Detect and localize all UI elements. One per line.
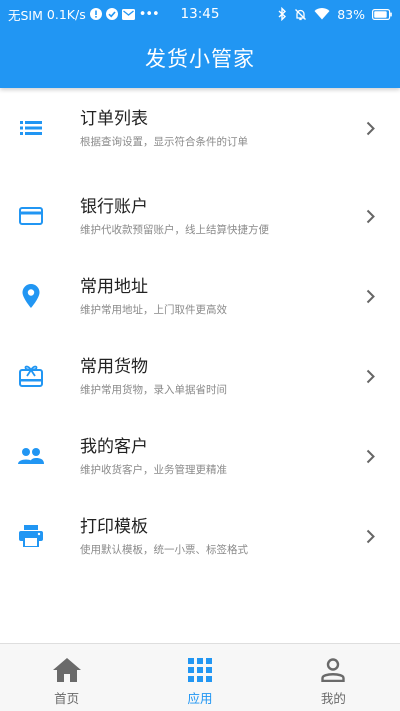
gift-card-icon [18, 363, 44, 389]
battery-icon [372, 8, 392, 20]
chevron-right-icon [364, 448, 376, 464]
status-bar: 无SIM 0.1K/s ••• 13:45 83% [0, 0, 400, 28]
menu-item-order-list[interactable]: 订单列表 根据查询设置，显示符合条件的订单 [0, 88, 400, 168]
menu-item-title: 订单列表 [80, 108, 148, 129]
menu-item-common-address[interactable]: 常用地址 维护常用地址，上门取件更高效 [0, 256, 400, 336]
alert-icon [89, 8, 102, 20]
network-speed: 0.1K/s [46, 6, 86, 22]
chevron-right-icon [364, 368, 376, 384]
chevron-right-icon [364, 528, 376, 544]
battery-percent: 83% [337, 6, 365, 22]
menu-item-subtitle: 维护收货客户，业务管理更精准 [80, 463, 227, 476]
wifi-icon [314, 8, 330, 20]
person-icon [319, 656, 347, 684]
menu-item-title: 常用货物 [80, 356, 148, 377]
nav-home[interactable]: 首页 [0, 644, 133, 711]
nav-label: 首页 [54, 691, 80, 706]
menu-list: 订单列表 根据查询设置，显示符合条件的订单 银行账户 维护代收款预留账户，线上结… [0, 88, 400, 643]
bottom-nav: 首页 应用 我的 [0, 643, 400, 711]
menu-item-bank-account[interactable]: 银行账户 维护代收款预留账户，线上结算快捷方便 [0, 176, 400, 256]
credit-card-icon [18, 203, 44, 229]
menu-item-subtitle: 维护代收款预留账户，线上结算快捷方便 [80, 223, 269, 236]
menu-item-subtitle: 使用默认模板，统一小票、标签格式 [80, 543, 248, 556]
chevron-right-icon [364, 120, 376, 136]
more-dots-icon: ••• [138, 6, 160, 22]
location-pin-icon [18, 283, 44, 309]
menu-item-subtitle: 维护常用地址，上门取件更高效 [80, 303, 227, 316]
mail-icon [121, 8, 135, 20]
menu-item-subtitle: 维护常用货物，录入单据省时间 [80, 383, 227, 396]
nav-label: 应用 [187, 691, 213, 706]
menu-item-title: 我的客户 [80, 436, 148, 457]
chevron-right-icon [364, 288, 376, 304]
menu-item-subtitle: 根据查询设置，显示符合条件的订单 [80, 135, 248, 148]
menu-item-common-goods[interactable]: 常用货物 维护常用货物，录入单据省时间 [0, 336, 400, 416]
menu-item-title: 打印模板 [80, 516, 148, 537]
menu-item-print-template[interactable]: 打印模板 使用默认模板，统一小票、标签格式 [0, 496, 400, 576]
home-icon [52, 656, 81, 684]
people-icon [18, 443, 44, 469]
nav-apps[interactable]: 应用 [133, 644, 266, 711]
app-header: 无SIM 0.1K/s ••• 13:45 83% 发货小管家 [0, 0, 400, 88]
nav-profile[interactable]: 我的 [267, 644, 400, 711]
menu-item-title: 常用地址 [80, 276, 148, 297]
page-title: 发货小管家 [145, 47, 255, 71]
check-circle-icon [105, 8, 118, 20]
nav-label: 我的 [320, 691, 346, 706]
alarm-off-icon [294, 8, 307, 21]
bluetooth-icon [277, 7, 287, 21]
menu-item-my-customers[interactable]: 我的客户 维护收货客户，业务管理更精准 [0, 416, 400, 496]
printer-icon [18, 523, 44, 549]
carrier-text: 无SIM [8, 7, 43, 23]
menu-item-title: 银行账户 [80, 196, 148, 217]
list-icon [18, 115, 44, 141]
chevron-right-icon [364, 208, 376, 224]
apps-grid-icon [186, 656, 214, 684]
